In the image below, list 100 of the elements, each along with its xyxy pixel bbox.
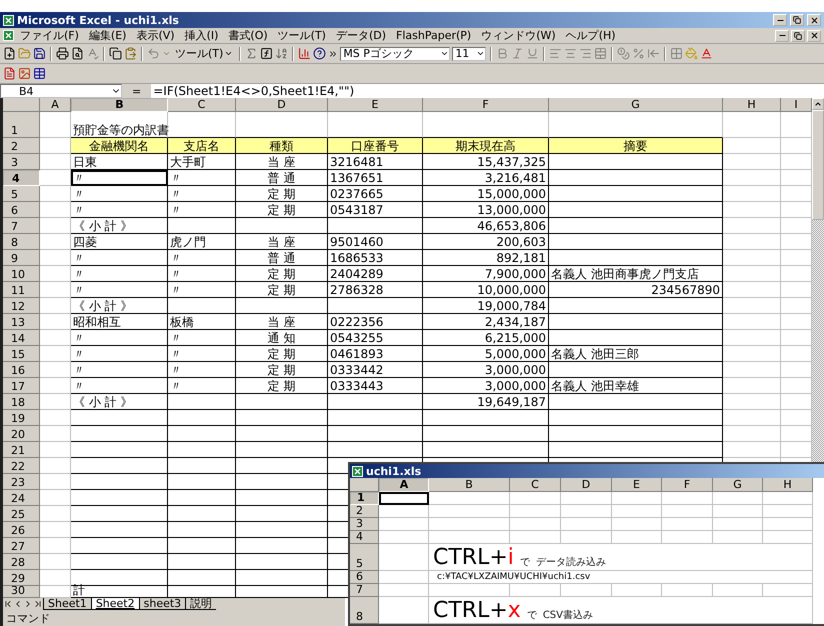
table-cell[interactable]: 〃: [168, 266, 236, 282]
table-cell[interactable]: 13,000,000: [423, 202, 549, 218]
italic-icon[interactable]: [511, 47, 524, 60]
row-header[interactable]: 7: [350, 584, 379, 597]
empty-cell[interactable]: [236, 458, 328, 474]
undo-icon[interactable]: [147, 47, 160, 60]
new-file-icon[interactable]: [3, 47, 16, 60]
printer-icon[interactable]: [56, 47, 69, 60]
empty-cell[interactable]: [549, 170, 723, 186]
empty-cell[interactable]: [168, 442, 236, 458]
empty-cell[interactable]: [71, 522, 168, 538]
more-icon[interactable]: [328, 48, 338, 58]
table-cell[interactable]: 《 小 計 》: [71, 298, 168, 314]
merged-cell[interactable]: CTRL+i で データ読み込み: [429, 544, 813, 571]
table-cell[interactable]: 〃: [71, 330, 168, 346]
table-cell[interactable]: 3,000,000: [423, 362, 549, 378]
close-button[interactable]: [807, 30, 821, 42]
print-preview-icon[interactable]: [71, 47, 84, 60]
row-header[interactable]: 6: [3, 202, 40, 218]
table-cell[interactable]: 1686533: [328, 250, 423, 266]
empty-cell[interactable]: [236, 442, 328, 458]
table-cell[interactable]: 種類: [236, 138, 328, 154]
table-cell[interactable]: 〃: [71, 186, 168, 202]
help-icon[interactable]: [313, 47, 326, 60]
sheet-tab[interactable]: sheet3: [138, 598, 186, 610]
empty-cell[interactable]: [236, 538, 328, 554]
empty-cell[interactable]: [71, 554, 168, 570]
row-header[interactable]: 4: [350, 531, 379, 544]
table-cell[interactable]: 〃: [71, 362, 168, 378]
menu-item[interactable]: データ(D): [332, 28, 390, 43]
menu-item[interactable]: ファイル(F): [16, 28, 83, 43]
table-cell[interactable]: 普 通: [236, 250, 328, 266]
row-header[interactable]: 16: [3, 362, 40, 378]
table-cell[interactable]: 15,000,000: [423, 186, 549, 202]
table-cell[interactable]: 四菱: [71, 234, 168, 250]
active-cell[interactable]: 〃: [71, 170, 168, 186]
row-header[interactable]: 10: [3, 266, 40, 282]
first-sheet-icon[interactable]: [3, 599, 13, 609]
empty-cell[interactable]: [549, 250, 723, 266]
empty-cell[interactable]: [168, 474, 236, 490]
row-header[interactable]: 25: [3, 506, 40, 522]
column-header[interactable]: D: [561, 478, 612, 492]
empty-cell[interactable]: [168, 522, 236, 538]
table-cell[interactable]: 0461893: [328, 346, 423, 362]
column-header[interactable]: G: [713, 478, 763, 492]
empty-cell[interactable]: [168, 506, 236, 522]
empty-cell[interactable]: [71, 570, 168, 586]
column-header[interactable]: C: [168, 98, 236, 112]
row-header[interactable]: 27: [3, 538, 40, 554]
table-cell[interactable]: 892,181: [423, 250, 549, 266]
empty-cell[interactable]: [328, 298, 423, 314]
row-header[interactable]: 23: [3, 474, 40, 490]
table-icon[interactable]: [33, 67, 46, 80]
column-header[interactable]: E: [328, 98, 423, 112]
empty-cell[interactable]: [236, 394, 328, 410]
align-left-icon[interactable]: [549, 47, 562, 60]
empty-cell[interactable]: [328, 218, 423, 234]
empty-cell[interactable]: [423, 426, 549, 442]
font-name-dropdown[interactable]: MS Pゴシック: [340, 46, 450, 60]
row-header[interactable]: 24: [3, 490, 40, 506]
table-cell[interactable]: 0333442: [328, 362, 423, 378]
empty-cell[interactable]: [236, 410, 328, 426]
table-cell[interactable]: 〃: [168, 362, 236, 378]
table-cell[interactable]: 日東: [71, 154, 168, 170]
restore-button[interactable]: [791, 30, 805, 42]
table-cell[interactable]: 1367651: [328, 170, 423, 186]
table-cell[interactable]: 当 座: [236, 314, 328, 330]
table-cell[interactable]: 0237665: [328, 186, 423, 202]
minimize-button[interactable]: [773, 14, 787, 26]
table-cell[interactable]: 虎ノ門: [168, 234, 236, 250]
empty-cell[interactable]: [168, 538, 236, 554]
table-cell[interactable]: 支店名: [168, 138, 236, 154]
table-cell[interactable]: 定 期: [236, 282, 328, 298]
table-cell[interactable]: 19,000,784: [423, 298, 549, 314]
empty-cell[interactable]: [168, 298, 236, 314]
empty-cell[interactable]: [549, 442, 723, 458]
empty-cell[interactable]: [71, 474, 168, 490]
row-header[interactable]: 20: [3, 426, 40, 442]
fill-color-icon[interactable]: [685, 47, 698, 60]
table-cell[interactable]: 7,900,000: [423, 266, 549, 282]
empty-cell[interactable]: [328, 410, 423, 426]
empty-cell[interactable]: [71, 506, 168, 522]
empty-cell[interactable]: [549, 218, 723, 234]
close-button[interactable]: [807, 14, 821, 26]
empty-cell[interactable]: [423, 442, 549, 458]
table-cell[interactable]: 6,215,000: [423, 330, 549, 346]
column-header[interactable]: E: [612, 478, 662, 492]
row-header[interactable]: 29: [3, 570, 40, 586]
empty-cell[interactable]: [328, 394, 423, 410]
row-header[interactable]: 28: [3, 554, 40, 570]
column-header[interactable]: I: [781, 98, 812, 112]
table-cell[interactable]: 定 期: [236, 362, 328, 378]
empty-cell[interactable]: [236, 218, 328, 234]
table-cell[interactable]: 0333443: [328, 378, 423, 394]
save-icon[interactable]: [33, 47, 46, 60]
empty-cell[interactable]: [549, 154, 723, 170]
table-cell[interactable]: 期末現在高: [423, 138, 549, 154]
table-cell[interactable]: 2786328: [328, 282, 423, 298]
table-cell[interactable]: 口座番号: [328, 138, 423, 154]
decrease-indent-icon[interactable]: [647, 47, 660, 60]
